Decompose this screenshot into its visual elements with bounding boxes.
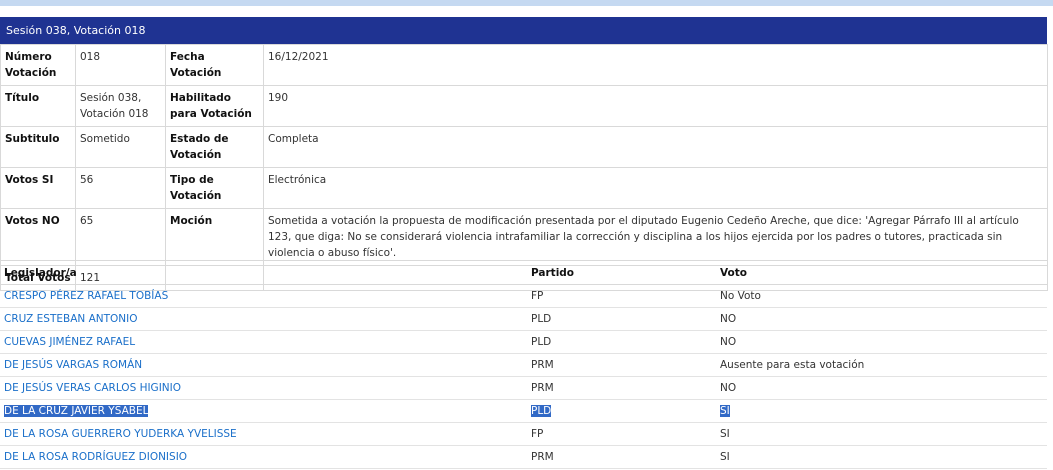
vote-cell: NO [716, 376, 1047, 400]
party-cell: PRM [527, 445, 716, 469]
legislator-link[interactable]: DE JESÚS VARGAS ROMÁN [4, 359, 142, 371]
vote-cell: SI [720, 405, 730, 417]
titulo-value: Sesión 038, Votación 018 [75, 85, 166, 127]
votos-no-value: 65 [75, 208, 166, 266]
table-row: DE LA ROSA RODRÍGUEZ DIONISIO PRM SI [0, 445, 1047, 469]
party-cell: PLD [527, 330, 716, 354]
column-header-partido: Partido [527, 260, 716, 285]
vote-cell: NO [716, 330, 1047, 354]
estado-value: Completa [263, 126, 1048, 168]
votos-si-label: Votos SI [0, 167, 76, 209]
legislators-table: Legislador/a Partido Voto CRESPO PÉREZ R… [0, 260, 1047, 469]
details-row: Título Sesión 038, Votación 018 Habilita… [0, 85, 1048, 127]
party-cell: FP [527, 422, 716, 446]
votos-no-label: Votos NO [0, 208, 76, 266]
vote-cell: Ausente para esta votación [716, 353, 1047, 377]
fecha-value: 16/12/2021 [263, 44, 1048, 86]
habilitado-label: Habilitado para Votación [165, 85, 264, 127]
legislator-link[interactable]: DE LA ROSA GUERRERO YUDERKA YVELISSE [4, 428, 237, 440]
mocion-value: Sometida a votación la propuesta de modi… [263, 208, 1048, 266]
details-row: Número Votación 018 Fecha Votación 16/12… [0, 44, 1048, 86]
table-row: CRUZ ESTEBAN ANTONIO PLD NO [0, 307, 1047, 331]
vote-cell: SI [716, 422, 1047, 446]
table-row: CUEVAS JIMÉNEZ RAFAEL PLD NO [0, 330, 1047, 354]
legislator-link[interactable]: CUEVAS JIMÉNEZ RAFAEL [4, 336, 135, 348]
table-row: DE JESÚS VARGAS ROMÁN PRM Ausente para e… [0, 353, 1047, 377]
details-row: Votos NO 65 Moción Sometida a votación l… [0, 208, 1048, 266]
titulo-label: Título [0, 85, 76, 127]
legislator-link[interactable]: CRUZ ESTEBAN ANTONIO [4, 313, 138, 325]
column-header-legislador: Legislador/a [0, 260, 527, 285]
estado-label: Estado de Votación [165, 126, 264, 168]
details-row: Votos SI 56 Tipo de Votación Electrónica [0, 167, 1048, 209]
votos-si-value: 56 [75, 167, 166, 209]
numero-value: 018 [75, 44, 166, 86]
party-cell: FP [527, 284, 716, 308]
table-row: DE LA ROSA GUERRERO YUDERKA YVELISSE FP … [0, 422, 1047, 446]
party-cell: PRM [527, 353, 716, 377]
table-row: CRESPO PÉREZ RAFAEL TOBÍAS FP No Voto [0, 284, 1047, 308]
details-row: Subtitulo Sometido Estado de Votación Co… [0, 126, 1048, 168]
tipo-value: Electrónica [263, 167, 1048, 209]
legislator-link[interactable]: DE LA ROSA RODRÍGUEZ DIONISIO [4, 451, 187, 463]
numero-label: Número Votación [0, 44, 76, 86]
party-cell: PLD [531, 405, 552, 417]
panel-header: Sesión 038, Votación 018 [0, 17, 1047, 45]
legislator-link[interactable]: DE LA CRUZ JAVIER YSABEL [4, 405, 149, 417]
subtitulo-value: Sometido [75, 126, 166, 168]
vote-cell: No Voto [716, 284, 1047, 308]
vote-cell: SI [716, 445, 1047, 469]
vote-details-table: Número Votación 018 Fecha Votación 16/12… [0, 44, 1048, 291]
column-header-voto: Voto [716, 260, 1047, 285]
mocion-label: Moción [165, 208, 264, 266]
party-cell: PRM [527, 376, 716, 400]
legislator-link[interactable]: CRESPO PÉREZ RAFAEL TOBÍAS [4, 290, 168, 302]
vote-cell: NO [716, 307, 1047, 331]
table-row-selected: DE LA CRUZ JAVIER YSABEL PLD SI [0, 399, 1047, 423]
party-cell: PLD [527, 307, 716, 331]
table-row: DE JESÚS VERAS CARLOS HIGINIO PRM NO [0, 376, 1047, 400]
tipo-label: Tipo de Votación [165, 167, 264, 209]
fecha-label: Fecha Votación [165, 44, 264, 86]
habilitado-value: 190 [263, 85, 1048, 127]
legislator-link[interactable]: DE JESÚS VERAS CARLOS HIGINIO [4, 382, 181, 394]
table-header-row: Legislador/a Partido Voto [0, 260, 1047, 285]
subtitulo-label: Subtitulo [0, 126, 76, 168]
panel-title: Sesión 038, Votación 018 [6, 24, 146, 37]
top-strip [0, 0, 1053, 6]
